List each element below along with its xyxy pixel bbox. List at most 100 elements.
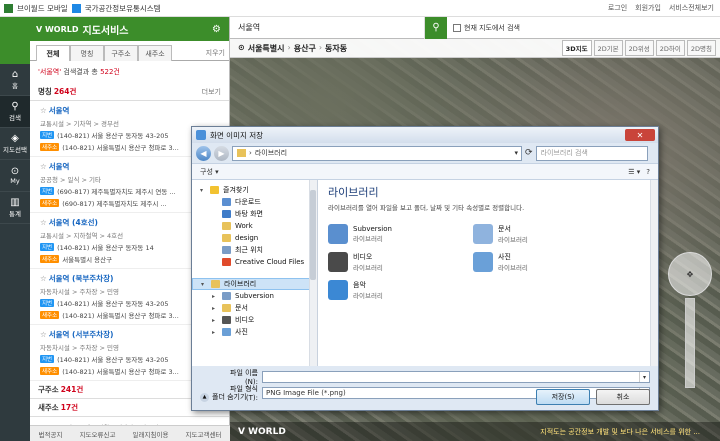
nav-stats[interactable]: ▥ 통계 bbox=[0, 192, 30, 224]
legal-link[interactable]: 법적공지 bbox=[39, 429, 63, 439]
tree-item[interactable]: ▾ 라이브러리 bbox=[192, 278, 317, 290]
back-button[interactable]: ◀ bbox=[196, 145, 211, 161]
brand-logo: V WORLD bbox=[36, 24, 79, 34]
star-icon[interactable]: ☆ bbox=[40, 330, 47, 339]
expand-icon[interactable]: ▸ bbox=[212, 305, 218, 312]
tree-item[interactable]: 바탕 화면 bbox=[192, 208, 317, 220]
view-2d-hybrid-button[interactable]: 2D하이 bbox=[655, 40, 685, 56]
vworld-logo: V WORLD bbox=[238, 426, 286, 437]
view-3d-button[interactable]: 3D지도 bbox=[561, 40, 592, 56]
library-grid: Subversion 라이브러리 문서 라이브러리 비디오 라이브러리 사진 라이브러리 음악 라… bbox=[328, 224, 648, 300]
nav-home[interactable]: ⌂ 홈 bbox=[0, 64, 30, 96]
section-name-header: 명칭 264건 더보기 bbox=[30, 83, 229, 101]
portal-icon bbox=[71, 3, 81, 13]
portal-link[interactable]: 국가공간정보유통시스템 bbox=[85, 3, 161, 14]
star-icon[interactable]: ☆ bbox=[40, 162, 47, 171]
view-2d-name-button[interactable]: 2D명칭 bbox=[686, 40, 716, 56]
dialog-titlebar: 화면 이미지 저장 ✕ bbox=[192, 127, 658, 143]
dialog-footer: ▲ 폴더 숨기기 저장(S) 취소 bbox=[192, 383, 658, 411]
folder-icon bbox=[222, 210, 231, 218]
search-button[interactable]: ⚲ bbox=[425, 16, 447, 39]
all-services-link[interactable]: 서비스전체보기 bbox=[669, 3, 714, 13]
save-button[interactable]: 저장(S) bbox=[536, 389, 590, 405]
star-icon[interactable]: ☆ bbox=[40, 274, 47, 283]
mobile-link[interactable]: 브이월드 모바일 bbox=[17, 3, 68, 14]
star-icon[interactable]: ☆ bbox=[40, 218, 47, 227]
tree-scrollbar[interactable] bbox=[309, 180, 317, 366]
tab-old-address[interactable]: 구주소 bbox=[104, 45, 138, 61]
organize-menu[interactable]: 구성 ▾ bbox=[200, 167, 219, 177]
library-item[interactable]: 문서 라이브러리 bbox=[473, 224, 618, 244]
tab-all[interactable]: 전체 bbox=[36, 45, 70, 61]
guide-link[interactable]: 일래지침이용 bbox=[133, 429, 169, 439]
home-icon: ⌂ bbox=[11, 69, 19, 80]
nav-logo bbox=[0, 17, 30, 64]
filename-input[interactable]: ▾ bbox=[262, 371, 650, 383]
tab-name[interactable]: 명칭 bbox=[70, 45, 104, 61]
tree-item[interactable]: Work bbox=[192, 220, 317, 232]
zoom-slider[interactable] bbox=[685, 298, 695, 388]
tree-item[interactable]: ▸ 사진 bbox=[192, 326, 317, 338]
help-icon[interactable]: ? bbox=[646, 168, 650, 176]
collapse-icon[interactable]: ▾ bbox=[200, 187, 206, 194]
more-link[interactable]: 더보기 bbox=[202, 87, 221, 97]
tree-item[interactable]: ▾ 즐겨찾기 bbox=[192, 184, 317, 196]
close-button[interactable]: ✕ bbox=[625, 129, 655, 141]
tree-item[interactable]: ▸ Subversion bbox=[192, 290, 317, 302]
tab-new-address[interactable]: 새주소 bbox=[138, 45, 172, 61]
report-link[interactable]: 지도오류신고 bbox=[80, 429, 116, 439]
login-link[interactable]: 로그인 bbox=[608, 3, 627, 13]
library-scrollbar[interactable] bbox=[650, 180, 658, 366]
chevron-up-icon: ▲ bbox=[200, 392, 209, 402]
tree-item[interactable]: 최근 위치 bbox=[192, 244, 317, 256]
library-item[interactable]: 사진 라이브러리 bbox=[473, 252, 618, 272]
nav-search[interactable]: ⚲ 검색 bbox=[0, 96, 30, 128]
library-icon bbox=[473, 224, 493, 244]
star-icon[interactable]: ☆ bbox=[40, 106, 47, 115]
compass-control[interactable]: ✥ bbox=[668, 252, 712, 296]
map-search-input[interactable]: 서울역 bbox=[230, 16, 425, 39]
library-icon bbox=[328, 280, 348, 300]
view-options-icon[interactable]: ☰ ▾ bbox=[628, 168, 640, 176]
map-copyright: 지적도는 공간정보 개발 및 보다 나은 서비스를 위한 ... bbox=[540, 427, 700, 436]
expand-icon[interactable]: ▸ bbox=[212, 317, 218, 324]
chevron-right-icon: › bbox=[249, 149, 252, 157]
pin-icon: ⊙ bbox=[10, 166, 20, 177]
view-2d-satellite-button[interactable]: 2D위성 bbox=[624, 40, 654, 56]
cancel-button[interactable]: 취소 bbox=[596, 389, 650, 405]
folder-icon bbox=[222, 258, 231, 266]
refresh-icon[interactable]: ⟳ bbox=[525, 148, 533, 158]
chevron-down-icon[interactable]: ▾ bbox=[514, 149, 518, 157]
expand-icon[interactable]: ▸ bbox=[212, 293, 218, 300]
tree-item[interactable]: 다운로드 bbox=[192, 196, 317, 208]
hide-folders-toggle[interactable]: ▲ 폴더 숨기기 bbox=[200, 392, 246, 402]
address-bar[interactable]: › 라이브러리 ▾ bbox=[232, 145, 522, 161]
folder-icon bbox=[222, 198, 231, 206]
library-icon bbox=[237, 149, 246, 157]
library-search-input[interactable]: 라이브러리 검색 bbox=[535, 145, 648, 161]
search-current-map-checkbox[interactable]: 현재 지도에서 검색 bbox=[453, 23, 520, 33]
expand-icon[interactable]: ▸ bbox=[212, 329, 218, 336]
nav-map-select[interactable]: ◈ 지도선택 bbox=[0, 128, 30, 160]
library-item[interactable]: Subversion 라이브러리 bbox=[328, 224, 473, 244]
forward-button[interactable]: ▶ bbox=[214, 145, 229, 161]
library-item[interactable]: 비디오 라이브러리 bbox=[328, 252, 473, 272]
collapse-icon[interactable]: ▾ bbox=[201, 281, 207, 288]
library-pane: 라이브러리 라이브러리를 열어 파일을 보고 폴더, 날짜 및 기타 속성별로 … bbox=[318, 180, 658, 366]
view-2d-basic-button[interactable]: 2D기본 bbox=[593, 40, 623, 56]
signup-link[interactable]: 회원가입 bbox=[635, 3, 661, 13]
library-icon bbox=[473, 252, 493, 272]
chevron-down-icon[interactable]: ▾ bbox=[639, 372, 649, 382]
clear-button[interactable]: 지우기 bbox=[206, 48, 225, 58]
nav-my[interactable]: ⊙ My bbox=[0, 160, 30, 192]
tree-item[interactable]: Creative Cloud Files bbox=[192, 256, 317, 268]
gear-icon[interactable]: ⚙ bbox=[212, 24, 221, 35]
support-link[interactable]: 지도고객센터 bbox=[186, 429, 222, 439]
tree-item[interactable]: ▸ 문서 bbox=[192, 302, 317, 314]
tree-item[interactable]: design bbox=[192, 232, 317, 244]
tree-item[interactable]: ▸ 비디오 bbox=[192, 314, 317, 326]
location-breadcrumb: ⊙ 서울특별시 › 용산구 › 동자동 bbox=[238, 42, 348, 53]
save-image-dialog: 화면 이미지 저장 ✕ ◀ ▶ › 라이브러리 ▾ ⟳ 라이브러리 검색 구성 … bbox=[191, 126, 659, 411]
library-item[interactable]: 음악 라이브러리 bbox=[328, 280, 473, 300]
mobile-icon bbox=[4, 3, 13, 13]
